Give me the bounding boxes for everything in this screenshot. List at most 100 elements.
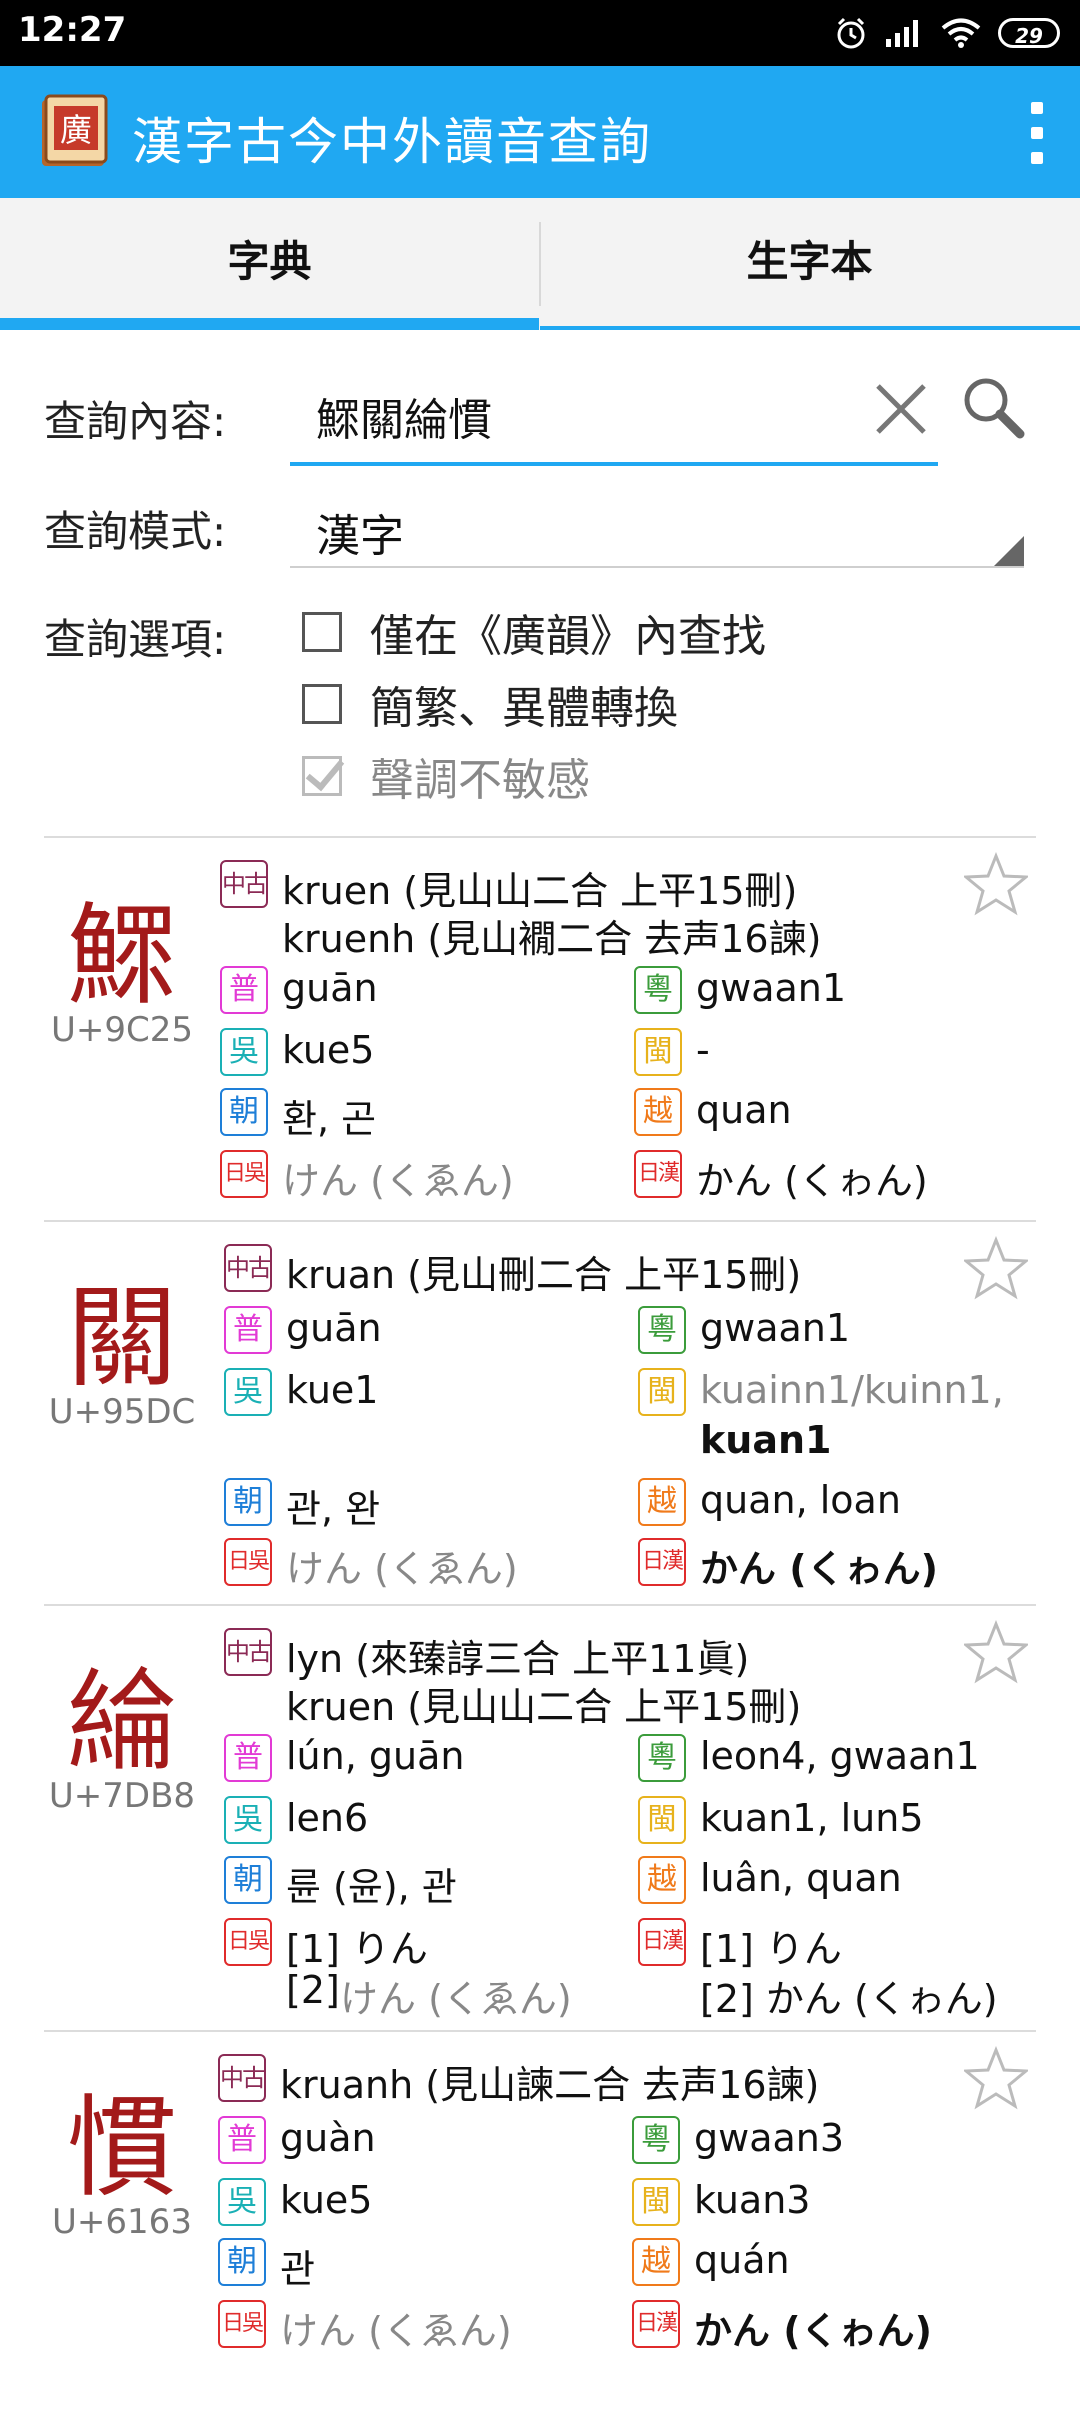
korean-reading: 관, 완 [286,1487,381,1531]
vietnamese-badge: 越 [638,1478,686,1526]
vietnamese-badge: 越 [634,1088,682,1136]
korean-reading: 륜 (윤), 관 [286,1865,457,1909]
wu-reading: kue5 [282,1028,375,1072]
cantonese-badge: 粵 [638,1306,686,1354]
middle-chinese-badge: 中古 [224,1628,272,1676]
korean-badge: 朝 [224,1478,272,1526]
wu-badge: 吳 [218,2178,266,2226]
min-reading: kuan3 [694,2178,811,2222]
mode-select[interactable]: 漢字 [290,480,1024,568]
mc-reading: kruen (見山山二合 上平15刪) [282,869,798,913]
vietnamese-reading: quán [694,2238,790,2282]
cantonese-reading: gwaan3 [694,2116,845,2160]
status-bar: 12:27 29 [0,0,1080,66]
signal-icon [886,20,918,47]
wu-badge: 吳 [224,1368,272,1416]
favorite-star-icon[interactable] [964,2046,1028,2110]
mandarin-badge: 普 [220,966,268,1014]
japanese-kan-on-badge: 日漢 [638,1918,686,1966]
min-reading: - [696,1028,710,1072]
status-time: 12:27 [18,10,127,50]
korean-reading: 환, 곤 [282,1097,377,1141]
app-bar: 廣 漢字古今中外讀音查詢 [0,66,1080,198]
checkbox[interactable] [302,684,342,724]
option-guangyun-only[interactable]: 僅在《廣韻》內查找 [302,600,766,664]
middle-chinese-badge: 中古 [224,1244,272,1292]
middle-chinese-badge: 中古 [218,2054,266,2102]
dropdown-arrow-icon [994,536,1024,566]
cantonese-badge: 粵 [634,966,682,1014]
search-icon[interactable] [958,372,1028,442]
entry-unicode: U+6163 [52,2202,192,2242]
japanese-kan-on-reading: かん (くゎん) [696,1159,928,1203]
option-simp-trad-convert[interactable]: 簡繁、異體轉換 [302,672,678,736]
mc-reading: kruen (見山山二合 上平15刪) [286,1685,802,1729]
option-label: 簡繁、異體轉換 [370,683,678,734]
japanese-kan-on-reading: かん (くゎん) [694,2309,932,2353]
app-logo: 廣 [42,94,108,166]
vietnamese-reading: luân, quan [700,1856,902,1900]
japanese-go-on-reading-1: [1] りん [286,1927,428,1971]
mandarin-reading: guān [282,966,378,1010]
korean-badge: 朝 [224,1856,272,1904]
japanese-kan-on-reading-1: [1] りん [700,1927,842,1971]
favorite-star-icon[interactable] [964,1236,1028,1300]
japanese-go-on-reading-2-number: [2] [286,1968,340,2012]
japanese-go-on-badge: 日吳 [220,1150,268,1198]
result-entry[interactable]: 慣 U+6163 中古 kruanh (見山諫二合 去声16諫) 普 guàn … [44,2030,1036,2412]
option-label: 聲調不敏感 [370,755,590,806]
favorite-star-icon[interactable] [964,852,1028,916]
min-reading-variant: kuainn1/kuinn1, [700,1368,1004,1412]
result-entry[interactable]: 關 U+95DC 中古 kruan (見山刪二合 上平15刪) 普 guān 粵… [44,1220,1036,1606]
cantonese-reading: leon4, gwaan1 [700,1734,980,1778]
japanese-go-on-reading-2: けん (くゑん) [340,1977,572,2021]
checkbox-checked-disabled [302,756,342,796]
mc-reading: kruenh (見山襉二合 去声16諫) [282,917,822,961]
japanese-kan-on-reading: かん (くゎん) [700,1547,938,1591]
wu-badge: 吳 [224,1796,272,1844]
alarm-icon [837,17,865,49]
min-badge: 閩 [634,1028,682,1076]
mandarin-badge: 普 [224,1734,272,1782]
mode-label: 查詢模式: [44,507,227,556]
search-input[interactable]: 鰥關綸慣 [290,370,938,466]
favorite-star-icon[interactable] [964,1620,1028,1684]
options-label: 查詢選項: [44,615,227,664]
wu-badge: 吳 [220,1028,268,1076]
wu-reading: len6 [286,1796,369,1840]
result-entry[interactable]: 綸 U+7DB8 中古 lyn (來臻諄三合 上平11眞) kruen (見山山… [44,1604,1036,2032]
search-input-value: 鰥關綸慣 [316,395,492,446]
mandarin-badge: 普 [218,2116,266,2164]
japanese-kan-on-badge: 日漢 [638,1538,686,1586]
min-reading: kuan1 [700,1418,832,1462]
entry-character: 關 [67,1274,177,1402]
min-badge: 閩 [638,1368,686,1416]
tab-vocabulary-book[interactable]: 生字本 [540,198,1080,330]
entry-character: 綸 [67,1658,177,1786]
min-badge: 閩 [638,1796,686,1844]
japanese-kan-on-badge: 日漢 [632,2300,680,2348]
japanese-kan-on-badge: 日漢 [634,1150,682,1198]
mc-reading: lyn (來臻諄三合 上平11眞) [286,1637,750,1681]
app-logo-char: 廣 [60,111,92,149]
mc-reading: kruan (見山刪二合 上平15刪) [286,1253,802,1297]
overflow-menu-icon[interactable] [1026,102,1048,164]
japanese-go-on-badge: 日吳 [224,1918,272,1966]
japanese-go-on-badge: 日吳 [218,2300,266,2348]
option-tone-insensitive: 聲調不敏感 [302,744,590,808]
result-entry[interactable]: 鰥 U+9C25 中古 kruen (見山山二合 上平15刪) kruenh (… [44,836,1036,1222]
vietnamese-reading: quan, loan [700,1478,901,1522]
checkbox[interactable] [302,612,342,652]
wu-reading: kue5 [280,2178,373,2222]
cantonese-badge: 粵 [638,1734,686,1782]
japanese-go-on-badge: 日吳 [224,1538,272,1586]
vietnamese-badge: 越 [638,1856,686,1904]
cantonese-reading: gwaan1 [700,1306,851,1350]
mandarin-reading: guān [286,1306,382,1350]
clear-icon[interactable] [870,378,932,440]
mandarin-badge: 普 [224,1306,272,1354]
query-label: 查詢內容: [44,397,227,446]
japanese-go-on-reading: けん (くゑん) [286,1547,518,1591]
tab-dictionary[interactable]: 字典 [0,198,539,330]
middle-chinese-badge: 中古 [220,860,268,908]
